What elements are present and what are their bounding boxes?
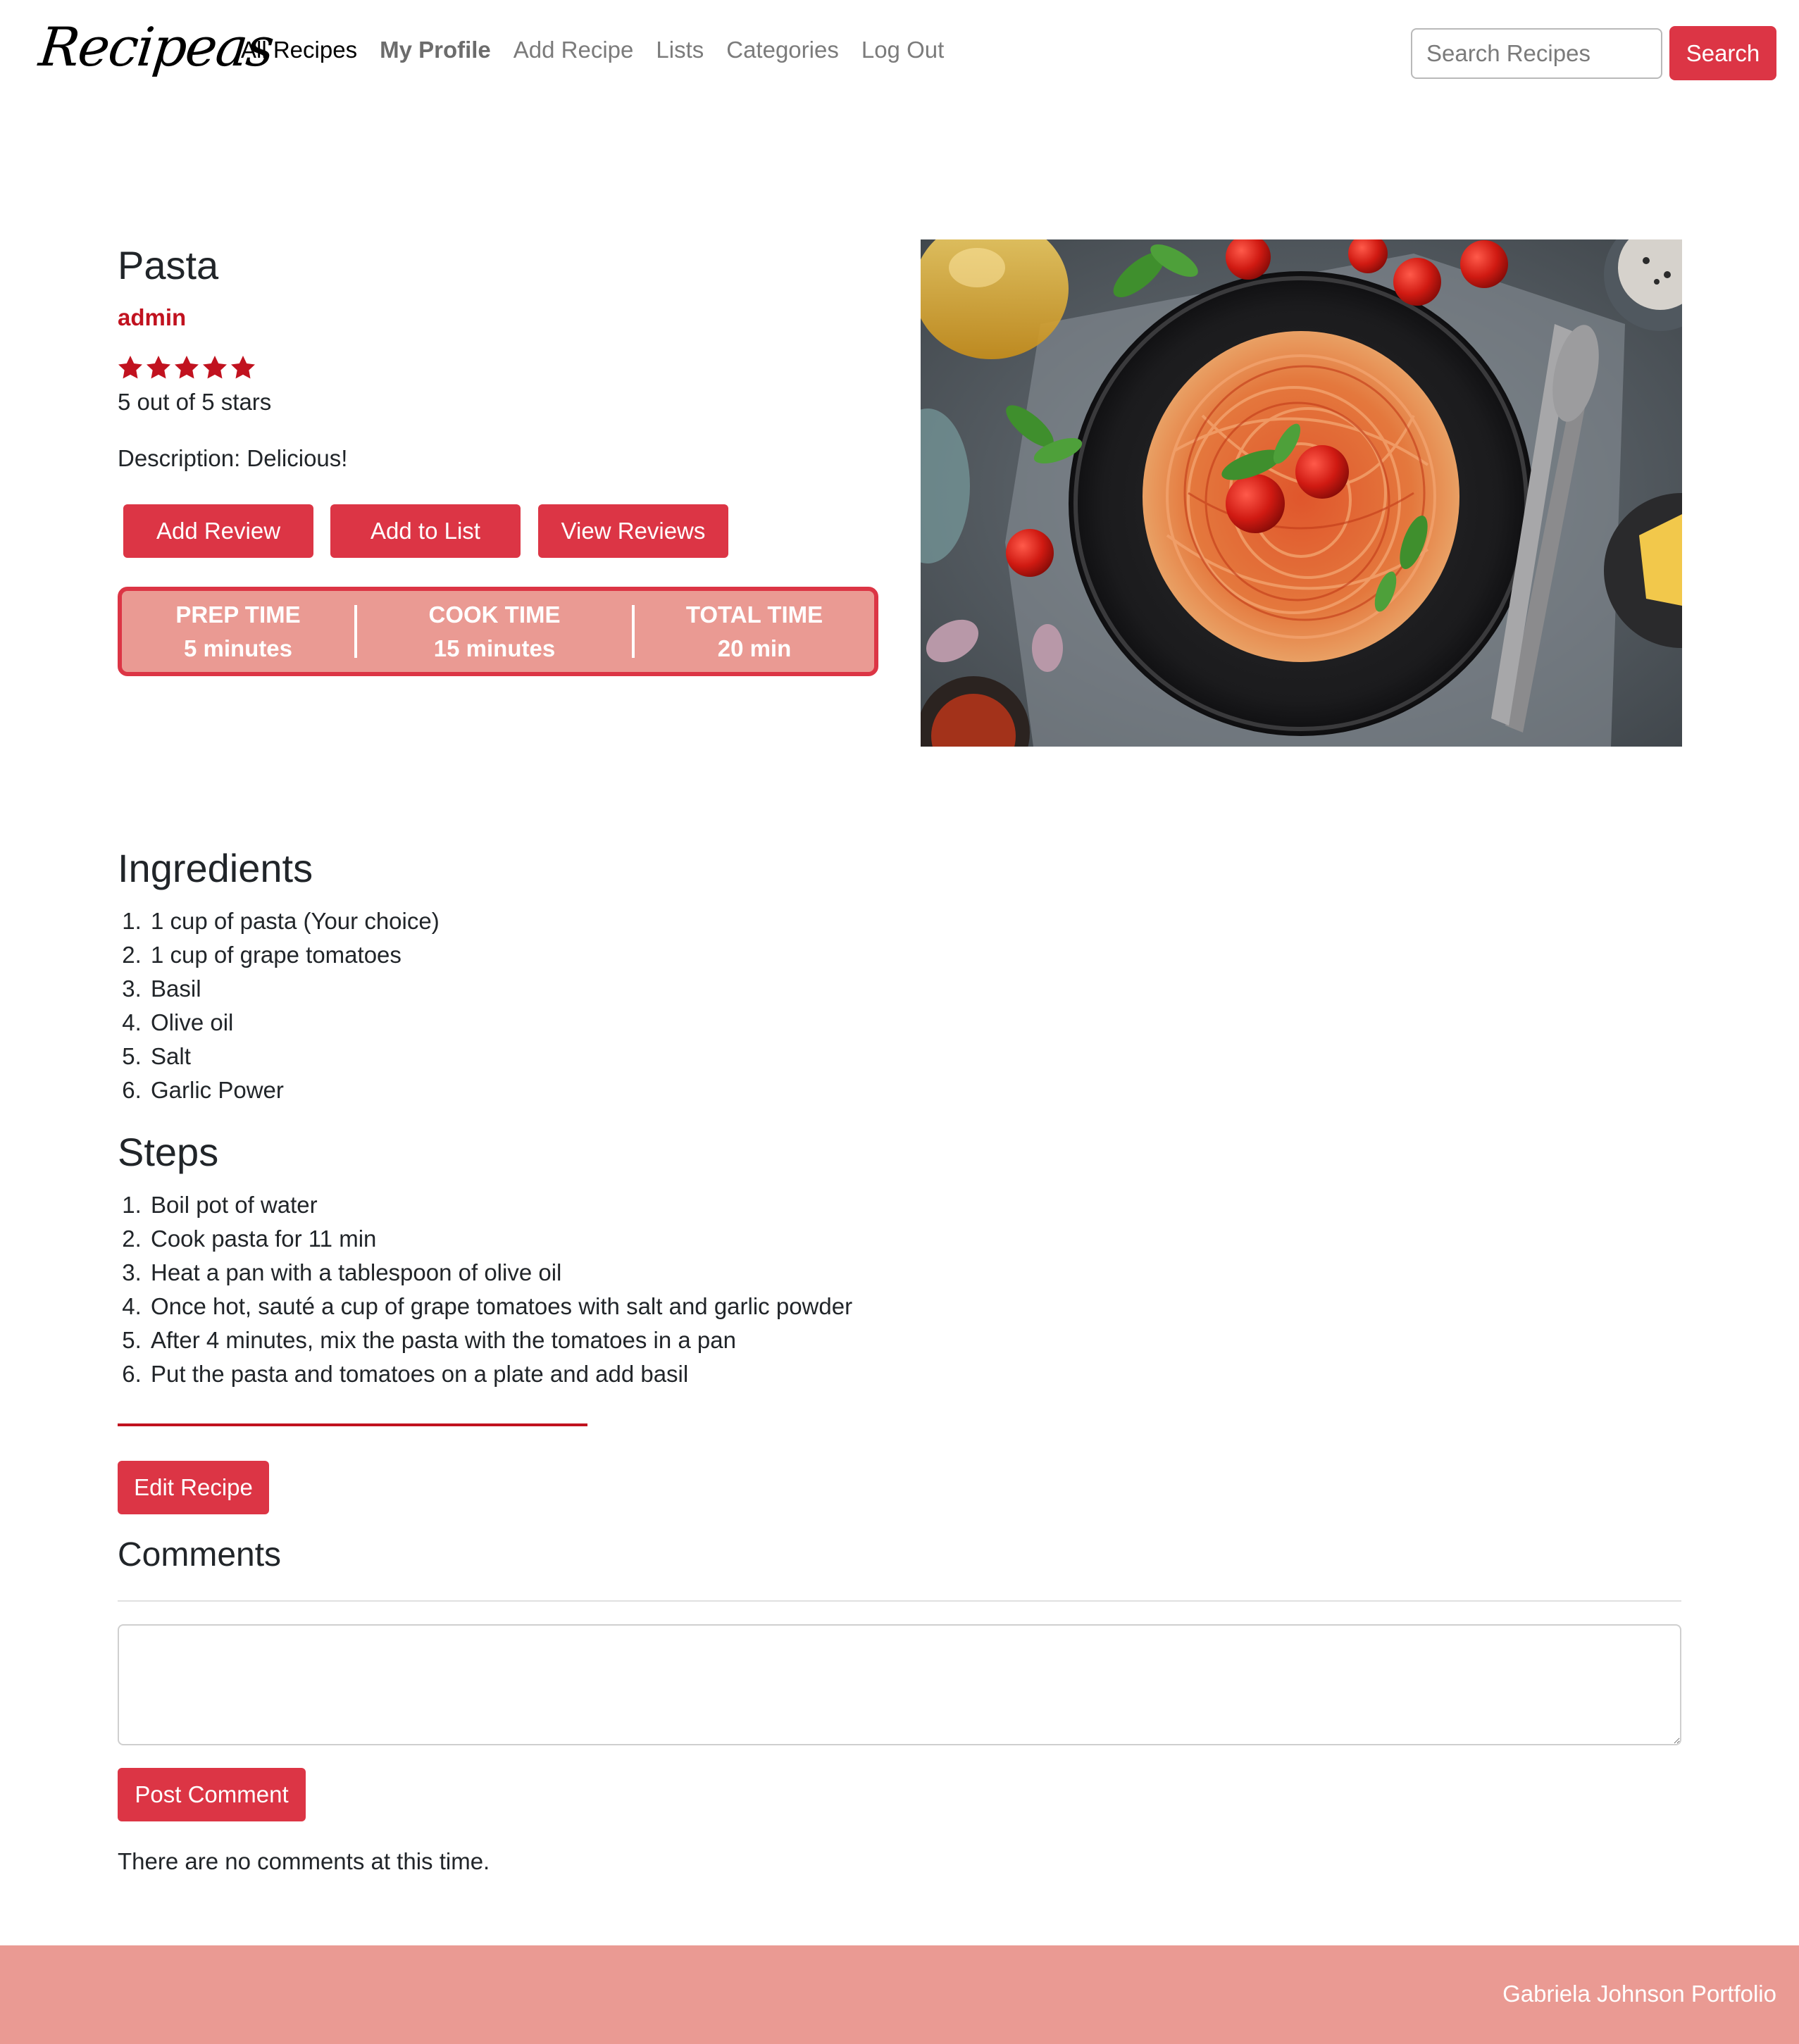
step-item: Cook pasta for 11 min: [148, 1222, 852, 1256]
nav-link-add-recipe[interactable]: Add Recipe: [513, 37, 634, 63]
star-icon: [118, 356, 142, 379]
view-reviews-button[interactable]: View Reviews: [538, 504, 728, 558]
rating-text: 5 out of 5 stars: [118, 389, 272, 415]
site-logo[interactable]: Recipeas: [36, 15, 275, 78]
search-input[interactable]: [1411, 28, 1662, 79]
step-item: Put the pasta and tomatoes on a plate an…: [148, 1357, 852, 1391]
ingredient-item: Salt: [148, 1040, 440, 1073]
nav-link-my-profile[interactable]: My Profile: [380, 37, 491, 63]
search-button[interactable]: Search: [1669, 26, 1776, 80]
star-icon: [147, 356, 170, 379]
star-icon: [203, 356, 227, 379]
ingredient-item: Olive oil: [148, 1006, 440, 1040]
comment-textarea[interactable]: [118, 1624, 1681, 1745]
step-item: Heat a pan with a tablespoon of olive oi…: [148, 1256, 852, 1290]
comments-divider: [118, 1600, 1681, 1602]
edit-recipe-button[interactable]: Edit Recipe: [118, 1461, 269, 1514]
comments-heading: Comments: [118, 1536, 282, 1573]
steps-list: Boil pot of water Cook pasta for 11 min …: [123, 1188, 852, 1391]
recipe-description: Description: Delicious!: [118, 445, 348, 471]
no-comments-text: There are no comments at this time.: [118, 1848, 490, 1874]
recipe-photo: [921, 239, 1682, 747]
ingredient-item: Basil: [148, 972, 440, 1006]
cook-time: COOK TIME 15 minutes: [357, 591, 632, 672]
total-time-value: 20 min: [717, 635, 792, 661]
ingredient-item: Garlic Power: [148, 1073, 440, 1107]
cook-time-label: COOK TIME: [428, 601, 561, 628]
step-item: Once hot, sauté a cup of grape tomatoes …: [148, 1290, 852, 1323]
footer: Gabriela Johnson Portfolio: [0, 1945, 1799, 2044]
section-divider: [118, 1423, 587, 1426]
recipe-times-panel: PREP TIME 5 minutes COOK TIME 15 minutes…: [118, 587, 878, 676]
nav-links: All Recipes My Profile Add Recipe Lists …: [241, 37, 966, 63]
add-review-button[interactable]: Add Review: [123, 504, 313, 558]
footer-text[interactable]: Gabriela Johnson Portfolio: [1502, 1981, 1776, 2007]
ingredients-list: 1 cup of pasta (Your choice) 1 cup of gr…: [123, 904, 440, 1107]
navbar: Recipeas All Recipes My Profile Add Reci…: [0, 0, 1799, 107]
star-icon: [175, 356, 199, 379]
nav-link-log-out[interactable]: Log Out: [861, 37, 944, 63]
star-rating: [116, 354, 257, 382]
recipe-author[interactable]: admin: [118, 304, 186, 331]
total-time-label: TOTAL TIME: [685, 601, 823, 628]
nav-link-lists[interactable]: Lists: [656, 37, 704, 63]
prep-time-value: 5 minutes: [183, 635, 293, 661]
total-time: TOTAL TIME 20 min: [635, 591, 874, 672]
recipe-title: Pasta: [118, 243, 219, 287]
step-item: Boil pot of water: [148, 1188, 852, 1222]
cook-time-value: 15 minutes: [433, 635, 556, 661]
step-item: After 4 minutes, mix the pasta with the …: [148, 1323, 852, 1357]
steps-heading: Steps: [118, 1130, 219, 1174]
post-comment-button[interactable]: Post Comment: [118, 1768, 306, 1821]
nav-link-categories[interactable]: Categories: [726, 37, 839, 63]
prep-time-label: PREP TIME: [175, 601, 301, 628]
ingredient-item: 1 cup of grape tomatoes: [148, 938, 440, 972]
ingredient-item: 1 cup of pasta (Your choice): [148, 904, 440, 938]
star-icon: [231, 356, 255, 379]
prep-time: PREP TIME 5 minutes: [122, 591, 354, 672]
nav-link-all-recipes[interactable]: All Recipes: [241, 37, 357, 63]
ingredients-heading: Ingredients: [118, 846, 313, 890]
add-to-list-button[interactable]: Add to List: [330, 504, 521, 558]
